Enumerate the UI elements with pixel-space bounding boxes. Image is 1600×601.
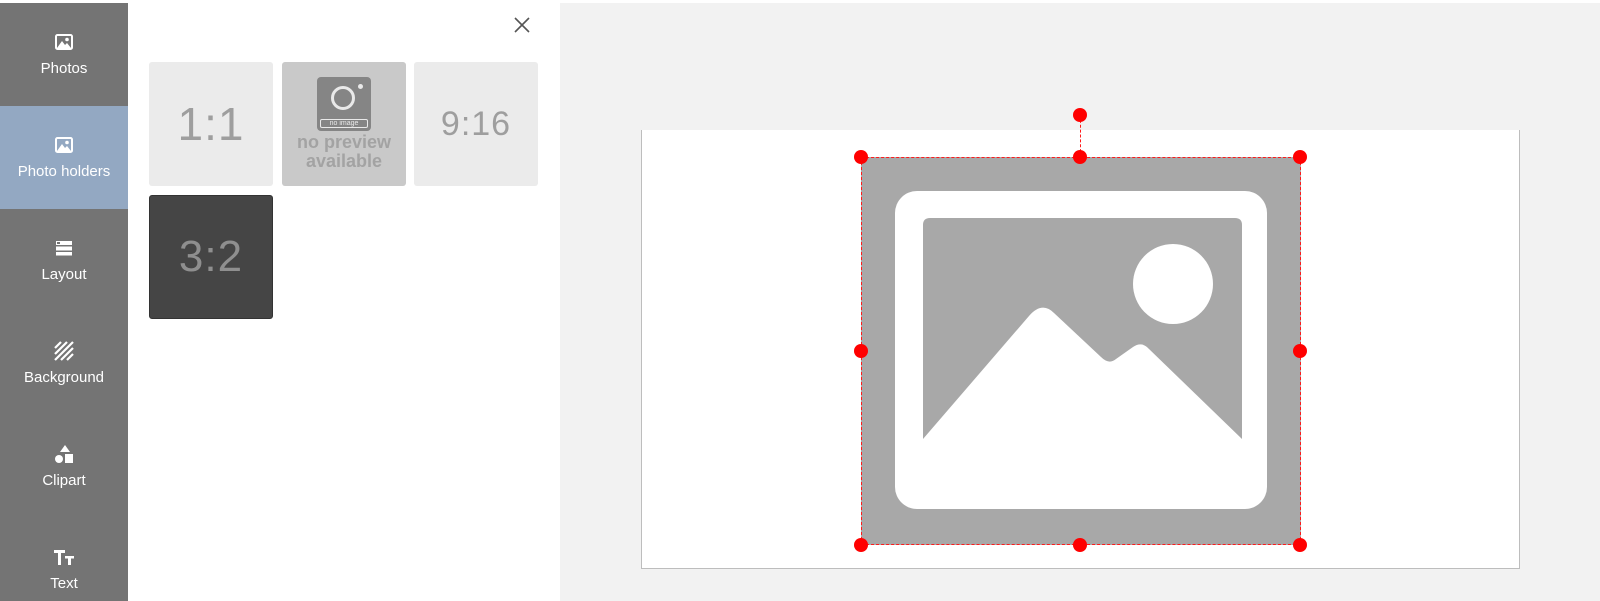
sidebar-item-label: Text <box>50 575 78 592</box>
sidebar-item-clipart[interactable]: Clipart <box>0 415 128 518</box>
sidebar-item-background[interactable]: Background <box>0 312 128 415</box>
close-icon <box>514 16 530 38</box>
sidebar-item-photo-holders[interactable]: Photo holders <box>0 106 128 209</box>
shapes-icon <box>0 445 128 463</box>
ratio-tile-3-2[interactable]: 3:2 <box>149 195 273 319</box>
sidebar-item-layout[interactable]: Layout <box>0 209 128 312</box>
photo-holder[interactable] <box>861 157 1301 545</box>
resize-handle-bottom-right[interactable] <box>1293 538 1307 552</box>
no-image-caption: no image <box>320 119 368 128</box>
resize-handle-bottom[interactable] <box>1073 538 1087 552</box>
image-placeholder-icon <box>895 191 1267 514</box>
resize-handle-right[interactable] <box>1293 344 1307 358</box>
ratio-tile-no-preview[interactable]: no image no preview available <box>282 62 406 186</box>
image-icon <box>0 33 128 51</box>
layout-icon <box>0 239 128 257</box>
sidebar-item-label: Layout <box>41 266 87 283</box>
ratio-label: 9:16 <box>440 104 512 143</box>
resize-handle-bottom-left[interactable] <box>854 538 868 552</box>
sidebar-item-photos[interactable]: Photos <box>0 3 128 106</box>
sidebar-item-label: Photos <box>40 60 88 77</box>
stripes-icon <box>0 341 128 361</box>
close-button[interactable] <box>509 14 535 40</box>
no-preview-text: no preview available <box>297 133 391 171</box>
resize-handle-left[interactable] <box>854 344 868 358</box>
sidebar-item-text[interactable]: Text <box>0 518 128 601</box>
sidebar-item-label: Clipart <box>42 472 86 489</box>
resize-handle-top-right[interactable] <box>1293 150 1307 164</box>
workspace <box>560 3 1600 601</box>
rotate-handle[interactable] <box>1073 108 1087 122</box>
ratio-label: 1:1 <box>177 98 245 150</box>
image-icon <box>0 136 128 154</box>
sidebar-item-label: Background <box>23 369 105 386</box>
sidebar-item-label: Photo holders <box>17 163 111 180</box>
camera-icon: no image <box>317 77 371 131</box>
no-preview-line2: available <box>305 151 383 171</box>
ratio-label: 3:2 <box>178 232 244 281</box>
text-size-icon <box>0 548 128 566</box>
ratio-tile-9-16[interactable]: 9:16 <box>414 62 538 186</box>
no-preview-line1: no preview <box>296 132 392 152</box>
ratio-tile-1-1[interactable]: 1:1 <box>149 62 273 186</box>
sidebar: Photos Photo holders Layout Background C… <box>0 3 128 601</box>
resize-handle-top[interactable] <box>1073 150 1087 164</box>
photo-holders-panel: 1:1 no image no preview available 9:16 3… <box>128 3 560 601</box>
resize-handle-top-left[interactable] <box>854 150 868 164</box>
